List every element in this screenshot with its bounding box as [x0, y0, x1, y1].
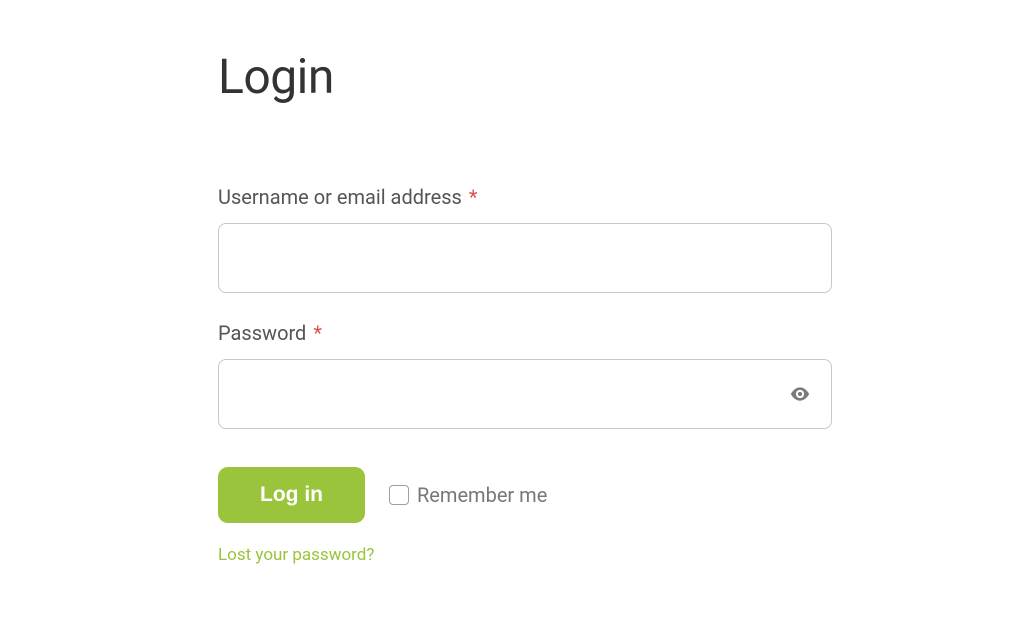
password-input[interactable] — [218, 359, 832, 429]
username-field-group: Username or email address * — [218, 185, 832, 293]
remember-me-checkbox[interactable] — [389, 485, 409, 505]
required-asterisk-icon: * — [313, 321, 322, 345]
eye-icon — [790, 387, 810, 401]
remember-me-label: Remember me — [417, 483, 547, 507]
remember-me-wrap: Remember me — [389, 483, 547, 507]
actions-row: Log in Remember me — [218, 467, 832, 523]
lost-password-link[interactable]: Lost your password? — [218, 545, 374, 565]
password-input-wrap — [218, 359, 832, 429]
password-field-group: Password * — [218, 321, 832, 429]
password-label-text: Password — [218, 321, 306, 345]
username-label-text: Username or email address — [218, 185, 462, 209]
page-title: Login — [218, 48, 832, 105]
username-input[interactable] — [218, 223, 832, 293]
login-form: Login Username or email address * Passwo… — [218, 48, 832, 565]
login-button[interactable]: Log in — [218, 467, 365, 523]
toggle-password-visibility-button[interactable] — [786, 383, 814, 405]
required-asterisk-icon: * — [469, 185, 478, 209]
username-label: Username or email address * — [218, 185, 832, 209]
password-label: Password * — [218, 321, 832, 345]
